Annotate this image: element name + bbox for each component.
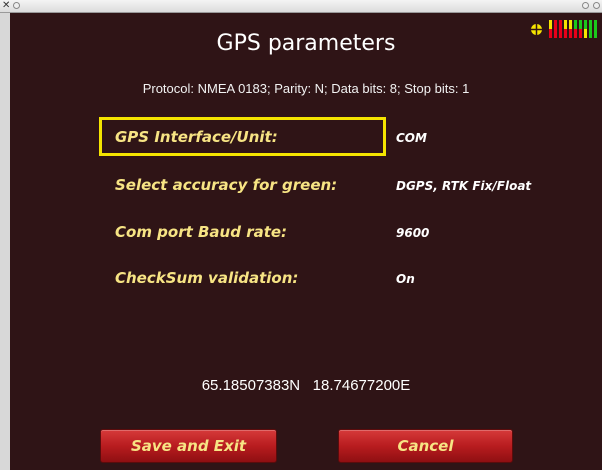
protocol-info: Protocol: NMEA 0183; Parity: N; Data bit… (142, 81, 470, 96)
signal-bar (569, 20, 572, 38)
setting-label-accuracy[interactable]: Select accuracy for green: (115, 176, 337, 194)
signal-bar (594, 20, 597, 38)
page-title: GPS parameters (216, 31, 396, 56)
cancel-button[interactable]: Cancel (338, 429, 513, 463)
setting-label-baud-rate[interactable]: Com port Baud rate: (115, 223, 287, 241)
setting-value-accuracy[interactable]: DGPS, RTK Fix/Float (396, 179, 531, 193)
latitude-value: 65.18507383N (201, 377, 301, 394)
setting-value-gps-interface[interactable]: COM (396, 131, 427, 145)
crosshair-icon (530, 23, 543, 36)
signal-bar (574, 20, 577, 38)
signal-bar (549, 20, 552, 38)
window-titlebar: ✕ (0, 0, 602, 13)
maximize-icon[interactable] (582, 2, 589, 9)
save-and-exit-button[interactable]: Save and Exit (100, 429, 277, 463)
setting-value-checksum[interactable]: On (396, 272, 415, 286)
signal-bar (584, 20, 587, 38)
minimize-icon[interactable] (13, 2, 20, 9)
restore-icon[interactable] (593, 2, 600, 9)
signal-bar (559, 20, 562, 38)
gps-parameters-dialog: GPS parameters Protocol: NMEA 0183; Pari… (10, 13, 602, 470)
close-icon[interactable]: ✕ (2, 0, 10, 11)
signal-bar (589, 20, 592, 38)
setting-label-checksum[interactable]: CheckSum validation: (115, 269, 298, 287)
longitude-value: 18.74677200E (312, 377, 411, 394)
gps-position-readout: 65.18507383N 18.74677200E (10, 377, 602, 394)
signal-bar (579, 20, 582, 38)
setting-label-gps-interface[interactable]: GPS Interface/Unit: (115, 128, 278, 146)
signal-bar (564, 20, 567, 38)
setting-value-baud-rate[interactable]: 9600 (396, 226, 429, 240)
signal-bar (554, 20, 557, 38)
